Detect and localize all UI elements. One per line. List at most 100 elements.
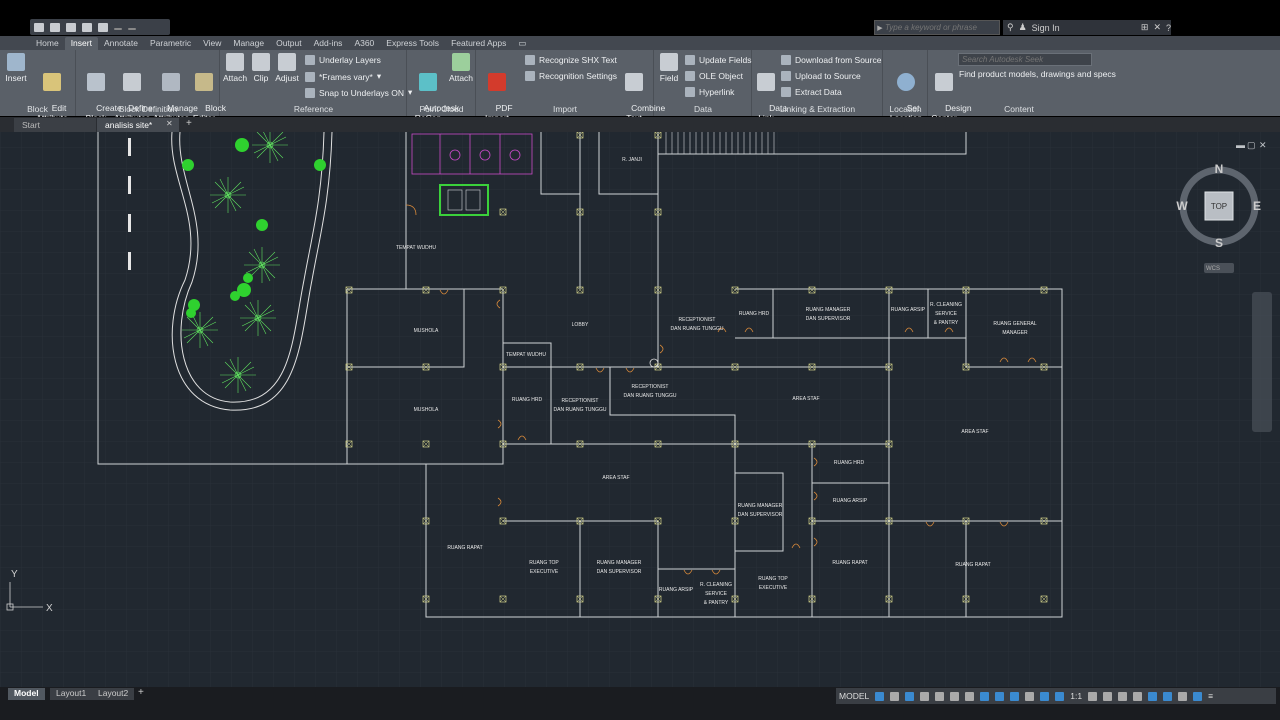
clip-button[interactable]: Clip [251, 53, 271, 83]
compass-s-label[interactable]: S [1215, 236, 1223, 250]
update-fields-button[interactable]: Update Fields [685, 55, 751, 65]
save-icon[interactable] [66, 22, 76, 32]
quick-access-toolbar[interactable] [30, 19, 170, 35]
object-snap-icon[interactable] [995, 691, 1005, 701]
ortho-icon[interactable] [935, 691, 945, 701]
isodraft-icon[interactable] [965, 691, 975, 701]
annotation-scale-dropdown[interactable]: 1:1 [1070, 691, 1082, 701]
wcs-label[interactable]: WCS [1206, 266, 1220, 272]
tab-parametric[interactable]: Parametric [144, 37, 197, 50]
compass-e-label[interactable]: E [1253, 199, 1261, 213]
annotation-visibility-icon[interactable] [1040, 691, 1050, 701]
underlay-layers-button[interactable]: Underlay Layers [305, 55, 381, 65]
ole-icon [685, 71, 695, 81]
tab-featured-apps[interactable]: Featured Apps [445, 37, 512, 50]
frames-vary-dropdown[interactable]: *Frames vary* ▾ [305, 71, 381, 82]
seek-search-input[interactable] [958, 53, 1092, 66]
status-bar: Model Layout1 Layout2 + MODEL 1:1 ≡ [0, 687, 1280, 720]
minimize-viewport-icon[interactable]: ▬ [1236, 140, 1245, 150]
search-input[interactable] [885, 23, 997, 32]
object-snap-tracking-icon[interactable] [980, 691, 990, 701]
cart-icon[interactable]: ⊞ [1141, 22, 1149, 33]
restore-viewport-icon[interactable]: ▢ [1247, 140, 1256, 150]
tab-layout2[interactable]: Layout2 [92, 688, 135, 700]
tab-add-ins[interactable]: Add-ins [308, 37, 349, 50]
snap-icon[interactable] [890, 691, 900, 701]
sign-in-button[interactable]: Sign In [1032, 23, 1060, 33]
save-as-icon[interactable] [82, 22, 92, 32]
isolate-objects-icon[interactable] [1163, 691, 1173, 701]
new-icon[interactable] [34, 22, 44, 32]
tab-manage[interactable]: Manage [227, 37, 270, 50]
recognition-settings-button[interactable]: Recognition Settings [525, 71, 617, 81]
exchange-icon[interactable]: ✕ [1153, 22, 1161, 33]
ribbon: Insert Edit Attribute Block Create Block… [0, 50, 1280, 123]
panel-title[interactable]: Block [0, 104, 75, 114]
ribbon-toggle-icon[interactable]: ▭ [512, 37, 532, 50]
download-source-button[interactable]: Download from Source [781, 55, 881, 65]
panel-title[interactable]: Reference [221, 104, 406, 114]
room-label: MANAGER [1002, 330, 1028, 336]
add-layout-icon[interactable]: + [138, 687, 144, 698]
compass-n-label[interactable]: N [1215, 162, 1224, 176]
tab-model[interactable]: Model [8, 688, 45, 700]
compass-w-label[interactable]: W [1176, 199, 1188, 213]
snap-underlays-dropdown[interactable]: Snap to Underlays ON ▾ [305, 87, 412, 98]
transparency-icon[interactable] [1025, 691, 1035, 701]
workspace-switch-icon[interactable] [1088, 691, 1098, 701]
quick-properties-icon[interactable] [1133, 691, 1143, 701]
redo-icon[interactable] [128, 28, 136, 30]
tab-a360[interactable]: A360 [348, 37, 380, 50]
auto-scale-icon[interactable] [1055, 691, 1065, 701]
undo-icon[interactable] [114, 28, 122, 30]
tab-output[interactable]: Output [270, 37, 308, 50]
tab-express-tools[interactable]: Express Tools [380, 37, 445, 50]
field-button[interactable]: Field [658, 53, 680, 83]
room-label: & PANTRY [934, 320, 959, 326]
help-icon[interactable]: ? [1166, 23, 1171, 33]
recognize-shx-button[interactable]: Recognize SHX Text [525, 55, 617, 65]
floor-plan-drawing[interactable]: TEMPAT WUDHU TEMPAT WUDHU MUSHOLA MUSHOL… [0, 132, 1280, 687]
new-tab-icon[interactable]: + [186, 118, 192, 129]
tab-insert[interactable]: Insert [64, 37, 98, 50]
panel-title[interactable]: Block Definition [77, 104, 219, 114]
tab-annotate[interactable]: Annotate [98, 37, 144, 50]
ole-object-button[interactable]: OLE Object [685, 71, 743, 81]
adjust-button[interactable]: Adjust [274, 53, 300, 83]
grid-icon[interactable] [875, 691, 885, 701]
polar-icon[interactable] [950, 691, 960, 701]
room-label: RECEPTIONIST [562, 398, 599, 404]
customization-icon[interactable]: ≡ [1208, 691, 1213, 701]
dynamic-input-icon[interactable] [920, 691, 930, 701]
close-tab-icon[interactable]: ✕ [166, 119, 173, 128]
units-icon[interactable] [1118, 691, 1128, 701]
extract-data-button[interactable]: Extract Data [781, 87, 842, 97]
clean-screen-icon[interactable] [1193, 691, 1203, 701]
binoculars-icon[interactable]: ⚲ [1007, 22, 1014, 33]
navigation-bar[interactable] [1252, 292, 1272, 432]
close-viewport-icon[interactable]: ✕ [1259, 140, 1267, 150]
infer-constraints-icon[interactable] [905, 691, 915, 701]
upload-source-button[interactable]: Upload to Source [781, 71, 861, 81]
hyperlink-button[interactable]: Hyperlink [685, 87, 734, 97]
file-tab-start[interactable]: Start [14, 118, 96, 132]
open-icon[interactable] [50, 22, 60, 32]
annotation-monitor-icon[interactable] [1103, 691, 1113, 701]
attach-point-cloud-button[interactable]: Attach [448, 53, 474, 83]
search-box[interactable]: ▶ [874, 20, 1000, 35]
upload-icon [781, 71, 791, 81]
tab-home[interactable]: Home [30, 37, 65, 50]
attach-button[interactable]: Attach [223, 53, 247, 83]
hardware-acceleration-icon[interactable] [1178, 691, 1188, 701]
search-expand-icon[interactable]: ▶ [875, 24, 885, 32]
tab-view[interactable]: View [197, 37, 227, 50]
lock-ui-icon[interactable] [1148, 691, 1158, 701]
model-space-button[interactable]: MODEL [839, 691, 869, 701]
drawing-canvas[interactable]: TEMPAT WUDHU TEMPAT WUDHU MUSHOLA MUSHOL… [0, 132, 1280, 687]
define-attributes-icon [123, 73, 141, 91]
viewcube-top-label[interactable]: TOP [1211, 202, 1227, 211]
print-icon[interactable] [98, 22, 108, 32]
lineweight-icon[interactable] [1010, 691, 1020, 701]
insert-button[interactable]: Insert [4, 53, 28, 83]
tab-layout1[interactable]: Layout1 [50, 688, 93, 700]
